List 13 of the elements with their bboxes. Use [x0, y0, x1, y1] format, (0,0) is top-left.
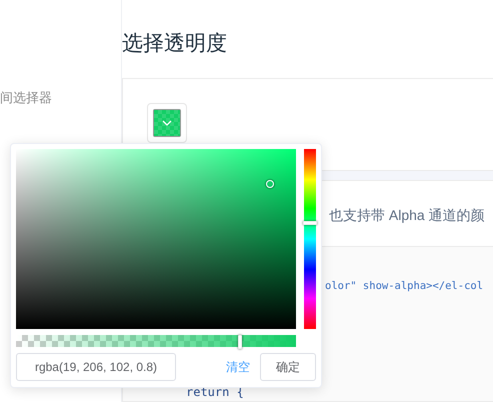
color-value-field[interactable]: rgba(19, 206, 102, 0.8)	[16, 353, 176, 381]
alpha-slider[interactable]	[16, 335, 296, 347]
hue-slider-thumb[interactable]	[303, 220, 317, 225]
code-line: olor" show-alpha></el-col	[324, 279, 484, 293]
alpha-slider-thumb[interactable]	[238, 335, 242, 349]
saturation-panel[interactable]	[16, 149, 296, 329]
sidebar-item[interactable]: 间选择器	[0, 88, 121, 108]
color-picker-trigger[interactable]	[147, 103, 187, 143]
hue-slider[interactable]	[304, 149, 316, 329]
confirm-button[interactable]: 确定	[260, 353, 316, 381]
section-title: 选择透明度	[122, 31, 228, 57]
chevron-down-icon	[162, 120, 172, 126]
color-cursor[interactable]	[266, 180, 274, 188]
